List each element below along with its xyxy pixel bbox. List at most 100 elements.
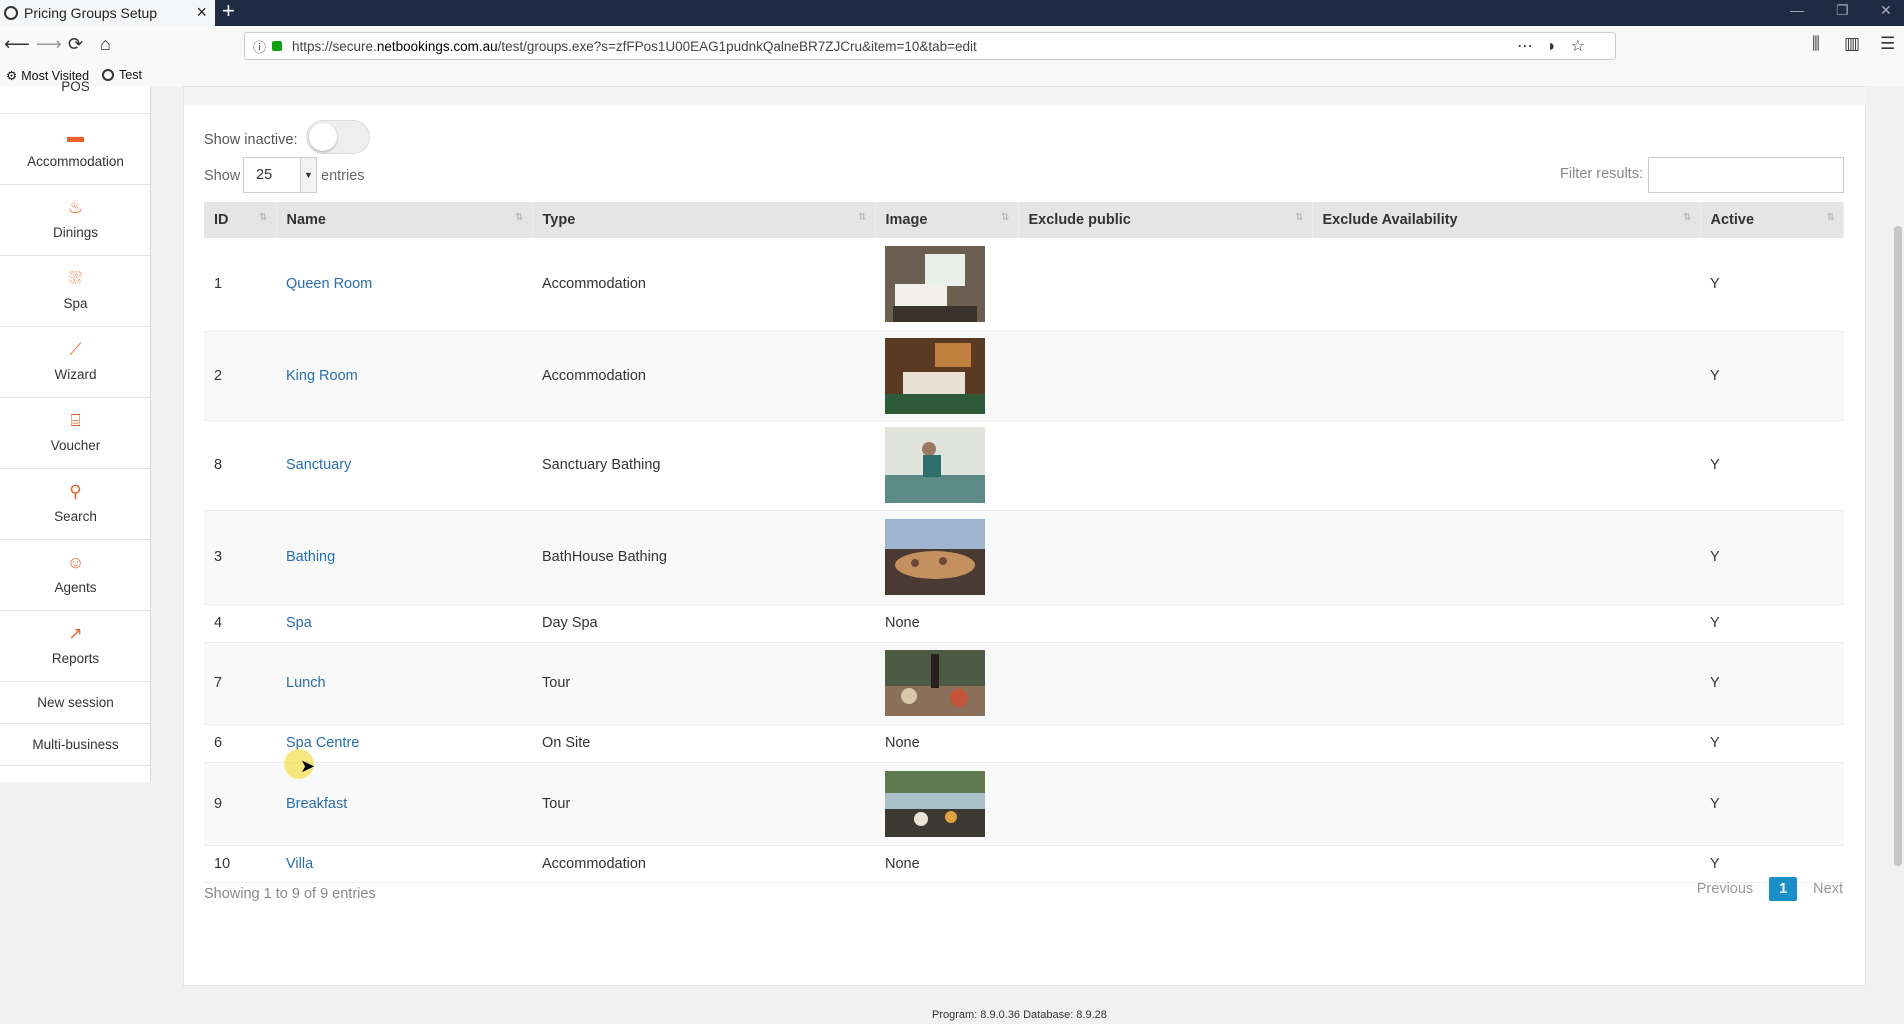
group-link[interactable]: Spa xyxy=(286,615,312,631)
column-header-image[interactable]: Image ⇅ xyxy=(875,202,1019,238)
table-row[interactable]: 7 Lunch Tour Y xyxy=(204,642,1844,725)
pocket-icon[interactable]: ◗ xyxy=(1547,38,1571,55)
room-image xyxy=(885,246,985,323)
restore-icon[interactable]: ❐ xyxy=(1836,2,1849,19)
scrollbar-thumb[interactable] xyxy=(1894,226,1902,866)
sort-icon: ⇅ xyxy=(858,212,867,223)
table-row[interactable]: 6 Spa Centre On Site None Y xyxy=(204,724,1844,763)
group-link[interactable]: Queen Room xyxy=(286,276,372,292)
page-scrollbar[interactable] xyxy=(1892,86,1904,1024)
sidebar-item-dinings[interactable]: ♨ Dinings xyxy=(0,185,151,256)
table-row[interactable]: 9 Breakfast Tour Y xyxy=(204,762,1844,846)
cell-id: 1 xyxy=(204,238,276,332)
reload-icon[interactable]: ⟳ xyxy=(68,34,83,55)
home-icon[interactable]: ⌂ xyxy=(100,34,111,55)
group-link[interactable]: Villa xyxy=(286,856,313,872)
table-row[interactable]: 2 King Room Accommodation Y xyxy=(204,331,1844,421)
cell-type: Tour xyxy=(532,762,875,846)
column-header-type[interactable]: Type ⇅ xyxy=(532,202,876,238)
column-header-exclude-public[interactable]: Exclude public ⇅ xyxy=(1018,202,1313,238)
info-icon[interactable]: ⓘ xyxy=(253,37,266,56)
more-icon[interactable]: ⋯ xyxy=(1517,38,1547,55)
table-row[interactable]: 8 Sanctuary Sanctuary Bathing Y xyxy=(204,420,1844,511)
cell-exclude-public xyxy=(1018,845,1312,883)
show-inactive-toggle[interactable] xyxy=(306,120,370,154)
forward-icon[interactable]: ⟶ xyxy=(36,34,62,55)
page-content: POS ▬ Accommodation ♨ Dinings ⛆ Spa ⟋ Wi… xyxy=(0,79,1904,1024)
bath-image xyxy=(885,519,985,595)
cell-active: Y xyxy=(1700,331,1844,421)
cell-type: BathHouse Bathing xyxy=(532,510,875,605)
minimize-icon[interactable]: — xyxy=(1790,2,1804,18)
cell-active: Y xyxy=(1700,238,1844,332)
library-icon[interactable]: ⫼ xyxy=(1812,34,1820,54)
sidebar-item-accommodation[interactable]: ▬ Accommodation xyxy=(0,114,151,185)
cell-image xyxy=(875,331,1018,421)
close-window-icon[interactable]: ✕ xyxy=(1880,2,1892,19)
sidebar-item-spa[interactable]: ⛆ Spa xyxy=(0,256,151,327)
sidebar-item-pos[interactable]: POS xyxy=(0,58,151,114)
sidebar-item-voucher[interactable]: ⌸ Voucher xyxy=(0,398,151,469)
cell-exclude-public xyxy=(1018,331,1312,421)
sidebar-item-reports[interactable]: ↗ Reports xyxy=(0,611,151,682)
mouse-cursor-icon: ➤ xyxy=(300,756,316,776)
table-row[interactable]: 10 Villa Accommodation None Y xyxy=(204,845,1844,883)
group-link[interactable]: Breakfast xyxy=(286,796,347,812)
cell-name: Lunch xyxy=(276,642,532,725)
group-link[interactable]: Sanctuary xyxy=(286,457,351,473)
cell-image: None xyxy=(875,845,1018,883)
new-tab-icon[interactable]: + xyxy=(222,0,235,24)
sidebar-link-new-session[interactable]: New session xyxy=(0,682,151,724)
sidebar-toggle-icon[interactable]: ▥ xyxy=(1844,34,1860,54)
close-tab-icon[interactable]: × xyxy=(196,2,207,23)
breakfast-image xyxy=(885,770,985,837)
cell-name: King Room xyxy=(276,331,532,421)
url-text[interactable]: https://secure.netbookings.com.au/test/g… xyxy=(292,39,977,54)
pos-icon xyxy=(0,58,151,72)
cell-id: 9 xyxy=(204,762,276,846)
cell-type: On Site xyxy=(532,724,875,763)
gift-icon: ⌸ xyxy=(70,411,81,430)
table-row[interactable]: 4 Spa Day Spa None Y xyxy=(204,604,1844,643)
pricing-groups-panel: Show inactive: Show 25 ▼ entries Filter … xyxy=(183,86,1867,986)
agent-icon: ☺ xyxy=(66,553,85,572)
pricing-groups-table: ID ⇅ Name ⇅ Type ⇅ Image ⇅ Exclude public ⇅ E… xyxy=(204,202,1844,883)
table-row[interactable]: 1 Queen Room Accommodation Y xyxy=(204,238,1844,332)
filter-input[interactable] xyxy=(1648,157,1844,193)
cell-image xyxy=(875,238,1018,332)
url-bar[interactable]: ⓘ https://secure.netbookings.com.au/test… xyxy=(244,32,1616,60)
sort-icon: ⇅ xyxy=(259,212,268,223)
bookmark-star-icon[interactable]: ☆ xyxy=(1571,38,1599,55)
cell-exclude-public xyxy=(1018,642,1312,725)
group-link[interactable]: King Room xyxy=(286,368,358,384)
group-link[interactable]: Bathing xyxy=(286,549,335,565)
column-header-id[interactable]: ID ⇅ xyxy=(204,202,277,238)
cell-exclude-availability xyxy=(1312,331,1700,421)
cell-id: 7 xyxy=(204,642,276,725)
sort-icon: ⇅ xyxy=(1295,212,1304,223)
chart-icon: ↗ xyxy=(68,624,83,643)
back-icon[interactable]: ⟵ xyxy=(4,34,30,55)
column-header-active[interactable]: Active ⇅ xyxy=(1700,202,1844,238)
column-header-name[interactable]: Name ⇅ xyxy=(276,202,533,238)
table-row[interactable]: 3 Bathing BathHouse Bathing Y xyxy=(204,510,1844,605)
cell-name: Bathing xyxy=(276,510,532,605)
page-button-1[interactable]: 1 xyxy=(1769,877,1798,901)
menu-icon[interactable]: ☰ xyxy=(1880,34,1895,54)
previous-page-button[interactable]: Previous xyxy=(1697,881,1753,897)
cell-id: 2 xyxy=(204,331,276,421)
group-link[interactable]: Lunch xyxy=(286,675,326,691)
cell-active: Y xyxy=(1700,420,1844,511)
bookmarks-bar: ⚙ Most Visited Test xyxy=(0,66,1904,86)
cell-exclude-public xyxy=(1018,724,1312,763)
room-image xyxy=(885,337,985,414)
page-size-select[interactable]: 25 ▼ xyxy=(243,157,317,193)
sidebar-item-search[interactable]: ⚲ Search xyxy=(0,469,151,540)
panel-header-strip xyxy=(184,87,1867,105)
sidebar-item-wizard[interactable]: ⟋ Wizard xyxy=(0,327,151,398)
next-page-button[interactable]: Next xyxy=(1813,881,1843,897)
sidebar-item-agents[interactable]: ☺ Agents xyxy=(0,540,151,611)
sidebar-link-multi-business[interactable]: Multi-business xyxy=(0,724,151,766)
browser-tab[interactable]: Pricing Groups Setup × xyxy=(0,0,215,26)
column-header-exclude-availability[interactable]: Exclude Availability ⇅ xyxy=(1312,202,1701,238)
